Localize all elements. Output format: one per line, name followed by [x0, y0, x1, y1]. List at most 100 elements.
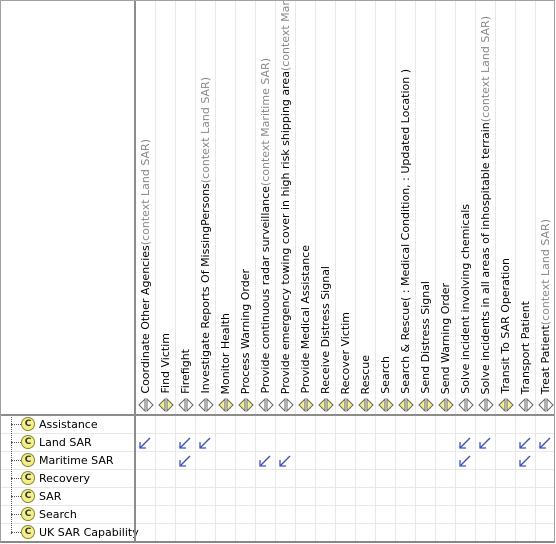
matrix-row[interactable]: C UK SAR Capability: [1, 524, 554, 541]
operation-icon: [278, 398, 294, 412]
tree-branch: [11, 478, 21, 479]
operation-icon: [358, 398, 374, 412]
column-header-label: Rescue: [358, 355, 373, 394]
matrix-row[interactable]: C Land SAR: [1, 434, 554, 452]
column-header-label: Send Distress Signal: [418, 281, 433, 394]
class-icon: C: [21, 507, 35, 521]
column-name: Send Warning Order: [439, 282, 452, 394]
column-name: Rescue: [359, 354, 372, 394]
column-header-label: Solve incidents in all areas of inhospit…: [478, 16, 493, 394]
column-header-label: Receive Distress Signal: [318, 266, 333, 394]
dependency-arrow-icon[interactable]: [518, 436, 532, 450]
tree-branch: [11, 424, 21, 425]
operation-icon: [478, 398, 494, 412]
operation-icon: [538, 398, 554, 412]
column-header-label: Provide Medical Assistance: [298, 245, 313, 394]
operation-icon: [178, 398, 194, 412]
column-header-label: Investigate Reports Of MissingPersons(co…: [198, 77, 213, 394]
row-label: UK SAR Capability: [39, 526, 139, 539]
column-context: (context Maritime SAR): [259, 58, 272, 187]
operation-icon: [258, 398, 274, 412]
dependency-arrow-icon[interactable]: [518, 454, 532, 468]
column-name: Investigate Reports Of MissingPersons: [199, 183, 212, 394]
matrix-row[interactable]: C Maritime SAR: [1, 452, 554, 470]
column-name: Solve incident involving chemicals: [459, 204, 472, 394]
column-header-label: Provide emergency towing cover in high r…: [278, 1, 293, 394]
column-name: Provide continuous radar surveillance: [259, 186, 272, 394]
matrix-row[interactable]: C Search: [1, 506, 554, 524]
column-name: Monitor Health: [219, 312, 232, 394]
column-name: Send Distress Signal: [419, 281, 432, 394]
operation-icon: [298, 398, 314, 412]
operation-icon: [438, 398, 454, 412]
class-icon: C: [21, 471, 35, 485]
column-name: Firefight: [179, 349, 192, 394]
column-header-label: Solve incident involving chemicals: [458, 204, 473, 394]
column-name: Find Victim: [159, 333, 172, 394]
operation-icon: [378, 398, 394, 412]
column-header-label: Find Victim: [158, 333, 173, 394]
matrix-row[interactable]: C Assistance: [1, 416, 554, 434]
operation-icon: [338, 398, 354, 412]
operation-icon: [418, 398, 434, 412]
column-header-label: Transport Patient: [518, 301, 533, 394]
matrix-row[interactable]: C SAR: [1, 488, 554, 506]
tree-branch: [11, 532, 21, 533]
column-context: (context Land SAR): [139, 139, 152, 246]
dependency-arrow-icon[interactable]: [138, 436, 152, 450]
column-name: Treat Patient: [539, 324, 552, 394]
column-header-label: Recover Victim: [338, 312, 353, 394]
class-icon: C: [21, 453, 35, 467]
operation-icon: [158, 398, 174, 412]
dependency-arrow-icon[interactable]: [198, 436, 212, 450]
column-header-label: Search: [378, 356, 393, 394]
dependency-arrow-icon[interactable]: [178, 454, 192, 468]
dependency-matrix: Coordinate Other Agencies(context Land S…: [0, 0, 555, 543]
class-icon: C: [21, 435, 35, 449]
dependency-arrow-icon[interactable]: [258, 454, 272, 468]
dependency-arrow-icon[interactable]: [278, 454, 292, 468]
horizontal-divider[interactable]: [1, 414, 554, 416]
column-name: Process Warning Order: [239, 268, 252, 394]
row-label: Maritime SAR: [39, 454, 114, 467]
row-label: Assistance: [39, 418, 98, 431]
column-name: Receive Distress Signal: [319, 266, 332, 394]
column-context: (context Land SAR): [199, 77, 212, 184]
column-context: (context Land SAR): [479, 15, 492, 122]
operation-icon: [318, 398, 334, 412]
tree-branch: [11, 496, 21, 497]
column-header-label: Provide continuous radar surveillance(co…: [258, 58, 273, 394]
dependency-arrow-icon[interactable]: [458, 436, 472, 450]
column-name: Transport Patient: [519, 300, 532, 394]
column-header-label: Search & Rescue( : Medical Condition, : …: [398, 69, 413, 394]
row-label: Search: [39, 508, 77, 521]
tree-connector: [11, 417, 12, 534]
tree-branch: [11, 514, 21, 515]
dependency-arrow-icon[interactable]: [538, 436, 552, 450]
column-name: Solve incidents in all areas of inhospit…: [479, 121, 492, 394]
operation-icon: [198, 398, 214, 412]
column-header-label: Process Warning Order: [238, 269, 253, 394]
matrix-row[interactable]: C Recovery: [1, 470, 554, 488]
dependency-arrow-icon[interactable]: [478, 436, 492, 450]
dependency-arrow-icon[interactable]: [458, 454, 472, 468]
column-name: Recover Victim: [339, 311, 352, 394]
row-label: Recovery: [39, 472, 91, 485]
operation-icon: [398, 398, 414, 412]
column-header-label: Monitor Health: [218, 313, 233, 394]
column-context: (context Land SAR): [539, 218, 552, 325]
vertical-divider[interactable]: [134, 1, 136, 541]
column-name: Search & Rescue( : Medical Condition, : …: [399, 69, 412, 394]
dependency-arrow-icon[interactable]: [178, 436, 192, 450]
operation-icon: [138, 398, 154, 412]
column-name: Provide emergency towing cover in high r…: [279, 70, 292, 394]
column-name: Coordinate Other Agencies: [139, 245, 152, 394]
column-name: Provide Medical Assistance: [299, 245, 312, 394]
column-header-label: Send Warning Order: [438, 283, 453, 394]
column-name: Search: [379, 356, 392, 394]
operation-icon: [518, 398, 534, 412]
column-header-label: Firefight: [178, 349, 193, 394]
tree-branch: [11, 442, 21, 443]
column-header-label: Transit To SAR Operation: [498, 258, 513, 394]
operation-icon: [458, 398, 474, 412]
